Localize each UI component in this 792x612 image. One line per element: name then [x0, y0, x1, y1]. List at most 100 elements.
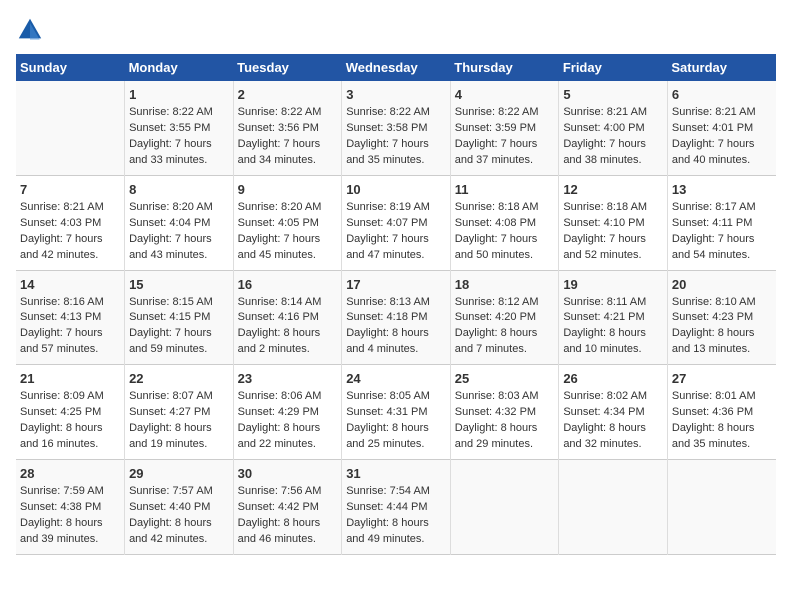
cell-info-line: Daylight: 8 hours: [672, 421, 772, 437]
cell-info-line: Daylight: 8 hours: [455, 421, 555, 437]
cell-info-line: and 34 minutes.: [238, 153, 338, 169]
cell-info-line: and 4 minutes.: [346, 342, 446, 358]
cell-info-line: Sunrise: 8:18 AM: [563, 200, 663, 216]
day-cell: 7Sunrise: 8:21 AMSunset: 4:03 PMDaylight…: [16, 175, 125, 270]
header-row: SundayMondayTuesdayWednesdayThursdayFrid…: [16, 54, 776, 81]
cell-info-line: Daylight: 7 hours: [238, 137, 338, 153]
day-number: 11: [455, 182, 555, 197]
cell-info-line: Daylight: 8 hours: [238, 326, 338, 342]
day-cell: 26Sunrise: 8:02 AMSunset: 4:34 PMDayligh…: [559, 365, 668, 460]
day-number: 21: [20, 371, 120, 386]
cell-info-line: Sunset: 4:00 PM: [563, 121, 663, 137]
day-number: 27: [672, 371, 772, 386]
day-number: 2: [238, 87, 338, 102]
day-header-friday: Friday: [559, 54, 668, 81]
day-number: 6: [672, 87, 772, 102]
cell-info-line: Sunset: 3:59 PM: [455, 121, 555, 137]
cell-info-line: Daylight: 7 hours: [129, 232, 229, 248]
logo: [16, 16, 48, 44]
day-number: 7: [20, 182, 120, 197]
day-cell: 22Sunrise: 8:07 AMSunset: 4:27 PMDayligh…: [125, 365, 234, 460]
cell-info-line: and 37 minutes.: [455, 153, 555, 169]
cell-info-line: Sunset: 4:04 PM: [129, 216, 229, 232]
day-cell: 11Sunrise: 8:18 AMSunset: 4:08 PMDayligh…: [450, 175, 559, 270]
day-number: 8: [129, 182, 229, 197]
day-number: 23: [238, 371, 338, 386]
cell-info-line: and 45 minutes.: [238, 248, 338, 264]
cell-info-line: and 38 minutes.: [563, 153, 663, 169]
cell-info-line: Sunset: 4:11 PM: [672, 216, 772, 232]
cell-info-line: and 49 minutes.: [346, 532, 446, 548]
day-number: 26: [563, 371, 663, 386]
cell-info-line: Sunset: 4:36 PM: [672, 405, 772, 421]
cell-info-line: Daylight: 8 hours: [563, 421, 663, 437]
day-cell: 20Sunrise: 8:10 AMSunset: 4:23 PMDayligh…: [667, 270, 776, 365]
day-cell: 13Sunrise: 8:17 AMSunset: 4:11 PMDayligh…: [667, 175, 776, 270]
cell-info-line: Sunrise: 7:59 AM: [20, 484, 120, 500]
cell-info-line: Sunrise: 8:20 AM: [129, 200, 229, 216]
day-cell: 24Sunrise: 8:05 AMSunset: 4:31 PMDayligh…: [342, 365, 451, 460]
cell-info-line: Sunrise: 8:13 AM: [346, 295, 446, 311]
cell-info-line: Sunset: 3:55 PM: [129, 121, 229, 137]
cell-info-line: Daylight: 7 hours: [20, 232, 120, 248]
page-header: [16, 16, 776, 44]
cell-info-line: Daylight: 8 hours: [20, 516, 120, 532]
cell-info-line: Sunset: 4:18 PM: [346, 310, 446, 326]
cell-info-line: and 40 minutes.: [672, 153, 772, 169]
cell-info-line: Sunset: 4:27 PM: [129, 405, 229, 421]
week-row-2: 7Sunrise: 8:21 AMSunset: 4:03 PMDaylight…: [16, 175, 776, 270]
day-number: 18: [455, 277, 555, 292]
day-cell: 25Sunrise: 8:03 AMSunset: 4:32 PMDayligh…: [450, 365, 559, 460]
cell-info-line: Sunset: 4:44 PM: [346, 500, 446, 516]
cell-info-line: Daylight: 8 hours: [238, 421, 338, 437]
day-header-thursday: Thursday: [450, 54, 559, 81]
day-header-wednesday: Wednesday: [342, 54, 451, 81]
cell-info-line: Sunset: 4:42 PM: [238, 500, 338, 516]
cell-info-line: and 35 minutes.: [672, 437, 772, 453]
day-number: 30: [238, 466, 338, 481]
cell-info-line: Daylight: 8 hours: [20, 421, 120, 437]
cell-info-line: Sunset: 4:38 PM: [20, 500, 120, 516]
week-row-5: 28Sunrise: 7:59 AMSunset: 4:38 PMDayligh…: [16, 460, 776, 555]
day-cell: 2Sunrise: 8:22 AMSunset: 3:56 PMDaylight…: [233, 81, 342, 175]
cell-info-line: Daylight: 7 hours: [672, 137, 772, 153]
cell-info-line: Sunset: 4:23 PM: [672, 310, 772, 326]
day-cell: 5Sunrise: 8:21 AMSunset: 4:00 PMDaylight…: [559, 81, 668, 175]
cell-info-line: Daylight: 7 hours: [238, 232, 338, 248]
day-number: 5: [563, 87, 663, 102]
day-header-saturday: Saturday: [667, 54, 776, 81]
day-number: 13: [672, 182, 772, 197]
week-row-1: 1Sunrise: 8:22 AMSunset: 3:55 PMDaylight…: [16, 81, 776, 175]
cell-info-line: Sunset: 4:05 PM: [238, 216, 338, 232]
cell-info-line: and 54 minutes.: [672, 248, 772, 264]
cell-info-line: Sunset: 4:08 PM: [455, 216, 555, 232]
cell-info-line: and 59 minutes.: [129, 342, 229, 358]
cell-info-line: Sunrise: 8:06 AM: [238, 389, 338, 405]
day-cell: 3Sunrise: 8:22 AMSunset: 3:58 PMDaylight…: [342, 81, 451, 175]
day-cell: 8 Sunrise: 8:20 AMSunset: 4:04 PMDaylight…: [125, 175, 234, 270]
day-cell: [559, 460, 668, 555]
cell-info-line: Sunrise: 8:21 AM: [672, 105, 772, 121]
cell-info-line: Sunrise: 8:18 AM: [455, 200, 555, 216]
day-cell: [450, 460, 559, 555]
cell-info-line: and 43 minutes.: [129, 248, 229, 264]
cell-info-line: and 16 minutes.: [20, 437, 120, 453]
cell-info-line: Daylight: 8 hours: [346, 421, 446, 437]
cell-info-line: Sunrise: 8:22 AM: [455, 105, 555, 121]
cell-info-line: Sunset: 4:20 PM: [455, 310, 555, 326]
cell-info-line: Sunrise: 8:02 AM: [563, 389, 663, 405]
cell-info-line: Sunrise: 8:21 AM: [563, 105, 663, 121]
cell-info-line: Daylight: 7 hours: [455, 137, 555, 153]
cell-info-line: Sunset: 4:25 PM: [20, 405, 120, 421]
calendar-table: SundayMondayTuesdayWednesdayThursdayFrid…: [16, 54, 776, 555]
cell-info-line: Sunrise: 7:57 AM: [129, 484, 229, 500]
cell-info-line: Sunrise: 8:15 AM: [129, 295, 229, 311]
cell-info-line: Sunrise: 8:03 AM: [455, 389, 555, 405]
day-number: 16: [238, 277, 338, 292]
cell-info-line: Sunset: 3:56 PM: [238, 121, 338, 137]
cell-info-line: and 47 minutes.: [346, 248, 446, 264]
week-row-4: 21Sunrise: 8:09 AMSunset: 4:25 PMDayligh…: [16, 365, 776, 460]
cell-info-line: Sunset: 4:16 PM: [238, 310, 338, 326]
cell-info-line: and 42 minutes.: [20, 248, 120, 264]
cell-info-line: and 13 minutes.: [672, 342, 772, 358]
